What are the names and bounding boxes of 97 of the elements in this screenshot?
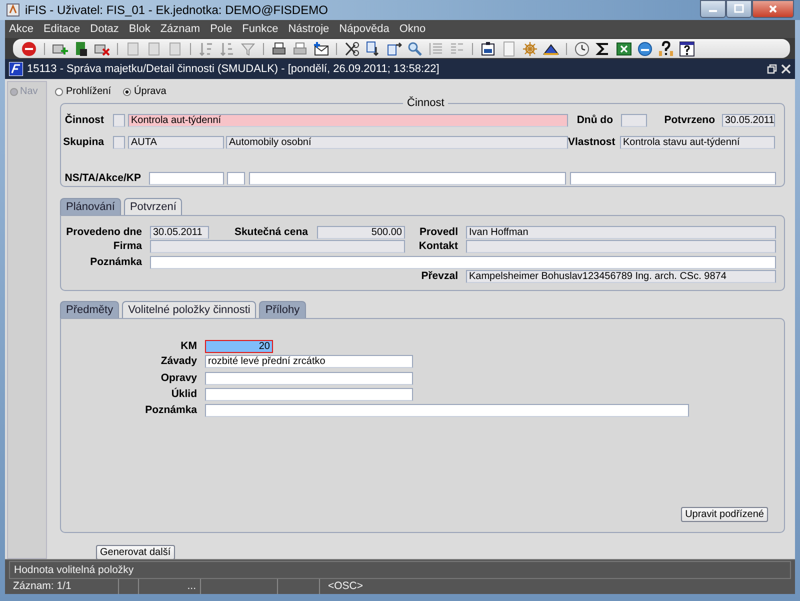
menu-item[interactable]: Funkce: [242, 23, 278, 35]
help-icon[interactable]: [658, 40, 674, 56]
window-title: iFIS - Uživatel: FIS_01 - Ek.jednotka: DEMO@FISDEMO: [25, 3, 328, 17]
text-field[interactable]: [205, 404, 689, 417]
status-mode: <OSC>: [327, 579, 364, 594]
text-field[interactable]: AUTA: [128, 136, 224, 149]
text-field[interactable]: [150, 240, 405, 253]
field-label: Provedl: [418, 226, 459, 239]
menu-item[interactable]: Editace: [43, 23, 80, 35]
text-field[interactable]: Automobily osobní: [226, 136, 568, 149]
list-icon[interactable]: [428, 40, 444, 56]
help-window-icon[interactable]: [679, 40, 695, 56]
field-label: Poznámka: [89, 256, 143, 269]
field-label: Firma: [112, 240, 143, 253]
tab[interactable]: Volitelné položky činnosti: [122, 300, 256, 318]
edit-children-button[interactable]: Upravit podřízené: [681, 507, 768, 522]
field-label: Úklid: [170, 388, 198, 401]
field-label: Závady: [160, 354, 198, 368]
menu-item[interactable]: Záznam: [160, 23, 200, 35]
text-field[interactable]: rozbité levé přední zrcátko: [205, 354, 413, 368]
field-label: Opravy: [160, 372, 198, 385]
form-title: 15113 - Správa majetku/Detail činnosti (SMUDALK) - [pondělí, 26.09.2011; 13:58:22]: [27, 63, 440, 75]
text-field[interactable]: [621, 114, 647, 127]
field-label: Činnost: [64, 114, 105, 127]
text-field[interactable]: [570, 172, 776, 185]
field-label: Kontakt: [418, 240, 459, 253]
field-label: Převzal: [420, 270, 459, 283]
exit-icon[interactable]: [21, 40, 37, 56]
envelope-icon[interactable]: [313, 40, 329, 56]
form-icon[interactable]: [480, 40, 496, 56]
text-field[interactable]: [205, 388, 413, 401]
text-field[interactable]: Kontrola aut-týdenní: [128, 114, 568, 127]
text-field[interactable]: [249, 172, 566, 185]
field-label: Dnů do: [576, 114, 614, 127]
tab[interactable]: Předměty: [60, 300, 120, 318]
field-label: Provedeno dne: [65, 226, 143, 239]
clock-icon[interactable]: [574, 40, 590, 56]
field-label: Skupina: [62, 136, 105, 149]
close-icon: [768, 4, 778, 14]
text-field[interactable]: [205, 372, 413, 385]
sort-icon[interactable]: [219, 40, 235, 56]
filter-icon[interactable]: [240, 40, 256, 56]
text-field[interactable]: 500.00: [317, 226, 405, 239]
field-label: Poznámka: [144, 404, 198, 417]
maximize-icon: [734, 4, 744, 14]
tab[interactable]: Plánování: [60, 198, 121, 215]
menu-item[interactable]: Okno: [399, 23, 426, 35]
maximize-button[interactable]: [726, 0, 752, 18]
wheel-icon[interactable]: [522, 40, 538, 56]
group-title: Činnost: [403, 96, 448, 109]
tab[interactable]: Potvrzení: [124, 198, 182, 215]
restore-icon[interactable]: [767, 64, 777, 74]
close-icon[interactable]: [781, 64, 791, 74]
field-label: Skutečná cena: [233, 226, 309, 239]
text-field[interactable]: Ivan Hoffman: [466, 226, 776, 239]
magnifier-icon[interactable]: [407, 40, 423, 56]
field-label: Vlastnost: [568, 136, 616, 149]
generate-button[interactable]: Generovat další: [96, 545, 175, 560]
menu-item[interactable]: Nástroje: [288, 23, 330, 35]
scissors-icon[interactable]: [344, 40, 360, 56]
mode-radio[interactable]: Prohlížení: [55, 85, 112, 99]
page-icon[interactable]: [501, 40, 517, 56]
menu-item[interactable]: Akce: [9, 23, 34, 35]
field-label: NS/TA/Akce/KP: [64, 172, 142, 185]
mode-radio[interactable]: Úprava: [123, 85, 166, 99]
document-arrow-icon[interactable]: [386, 40, 402, 56]
status-message: Hodnota volitelná položky: [14, 564, 134, 576]
spreadsheet-icon[interactable]: [616, 40, 632, 56]
menu-item[interactable]: Dotaz: [90, 23, 119, 35]
minimize-button[interactable]: [700, 0, 726, 18]
sort-icon[interactable]: [198, 40, 214, 56]
text-field[interactable]: [113, 114, 125, 127]
printer-icon[interactable]: [271, 40, 287, 56]
app-icon: [6, 3, 20, 17]
sigma-icon[interactable]: [595, 40, 611, 56]
document-arrow-icon[interactable]: [365, 40, 381, 56]
field-label: Potvrzeno: [663, 114, 716, 127]
form-logo-icon: [9, 62, 23, 76]
close-button[interactable]: [752, 0, 794, 18]
menu-item[interactable]: Nápověda: [339, 23, 390, 35]
text-field[interactable]: [149, 172, 224, 185]
text-field[interactable]: Kontrola stavu aut-týdenní: [620, 136, 775, 149]
record-counter: Záznam: 1/1: [9, 579, 119, 594]
text-field[interactable]: 30.05.2011: [722, 114, 775, 127]
field-label: KM: [180, 340, 198, 353]
text-field[interactable]: [113, 136, 125, 149]
tab[interactable]: Přílohy: [259, 300, 306, 318]
list-icon[interactable]: [449, 40, 465, 56]
menu-item[interactable]: Blok: [128, 23, 150, 35]
text-field[interactable]: Kampelsheimer Bohuslav123456789 Ing. arch. CSc. 9874: [466, 270, 776, 283]
text-field[interactable]: [466, 240, 776, 253]
menu-item[interactable]: Pole: [210, 23, 232, 35]
text-field[interactable]: 30.05.2011: [150, 226, 209, 239]
text-field[interactable]: [227, 172, 245, 185]
text-field[interactable]: [150, 256, 776, 269]
status-segment: ...: [139, 579, 201, 594]
text-field[interactable]: 20: [205, 340, 273, 353]
